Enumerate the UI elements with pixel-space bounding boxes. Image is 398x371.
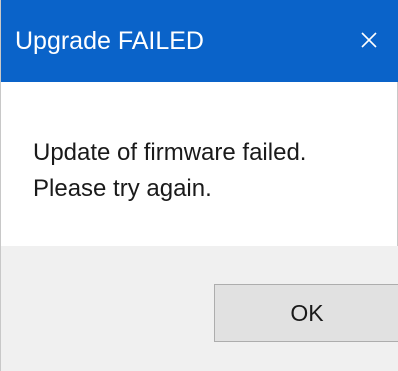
close-button[interactable] (349, 22, 389, 58)
title-bar[interactable]: Upgrade FAILED (1, 0, 398, 82)
message-text: Update of firmware failed. Please try ag… (33, 135, 306, 207)
ok-button[interactable]: OK (214, 284, 398, 342)
message-line-1: Update of firmware failed. (33, 139, 307, 166)
button-area: OK (1, 246, 398, 371)
close-icon (361, 32, 377, 48)
dialog-title: Upgrade FAILED (15, 27, 204, 55)
message-line-2: Please try again. (33, 175, 212, 202)
error-dialog: Upgrade FAILED Update of firmware failed… (0, 0, 398, 371)
